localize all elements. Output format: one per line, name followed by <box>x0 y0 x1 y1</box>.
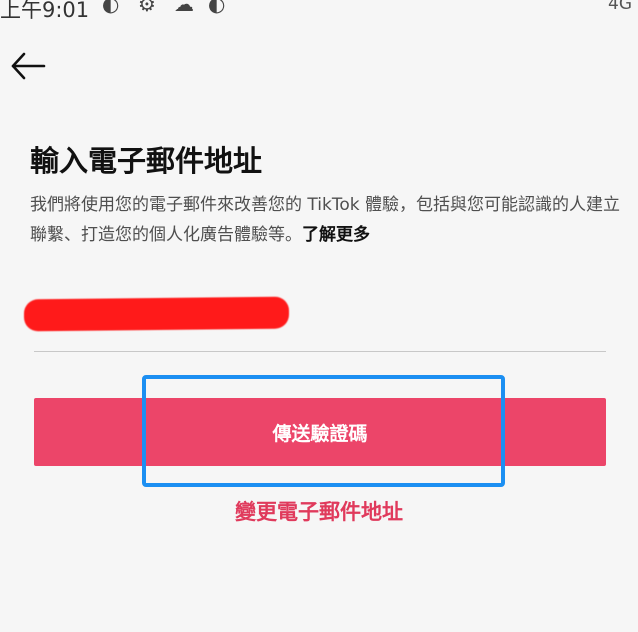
app-notification-icon: ◐ <box>102 0 120 16</box>
status-time: 上午9:01 <box>0 0 90 22</box>
learn-more-link[interactable]: 了解更多 <box>302 225 370 245</box>
gear-icon: ⚙ <box>138 0 156 16</box>
send-verification-code-button[interactable]: 傳送驗證碼 <box>34 398 606 466</box>
change-email-link[interactable]: 變更電子郵件地址 <box>0 496 638 526</box>
page-description: 我們將使用您的電子郵件來改善您的 TikTok 體驗，包括與您可能認識的人建立聯… <box>30 190 620 250</box>
network-indicator: 4G <box>608 0 632 14</box>
arrow-left-icon <box>11 52 46 80</box>
redacted-email-value <box>24 296 289 332</box>
email-input[interactable] <box>24 292 289 334</box>
back-button[interactable] <box>8 48 48 84</box>
app-notification-icon: ◐ <box>208 0 226 16</box>
email-field-underline <box>34 351 606 352</box>
status-bar: 上午9:01 ◐ ⚙ ☁ ◐ 4G <box>0 0 638 22</box>
page-title: 輸入電子郵件地址 <box>30 144 263 178</box>
cloud-icon: ☁ <box>174 0 194 16</box>
